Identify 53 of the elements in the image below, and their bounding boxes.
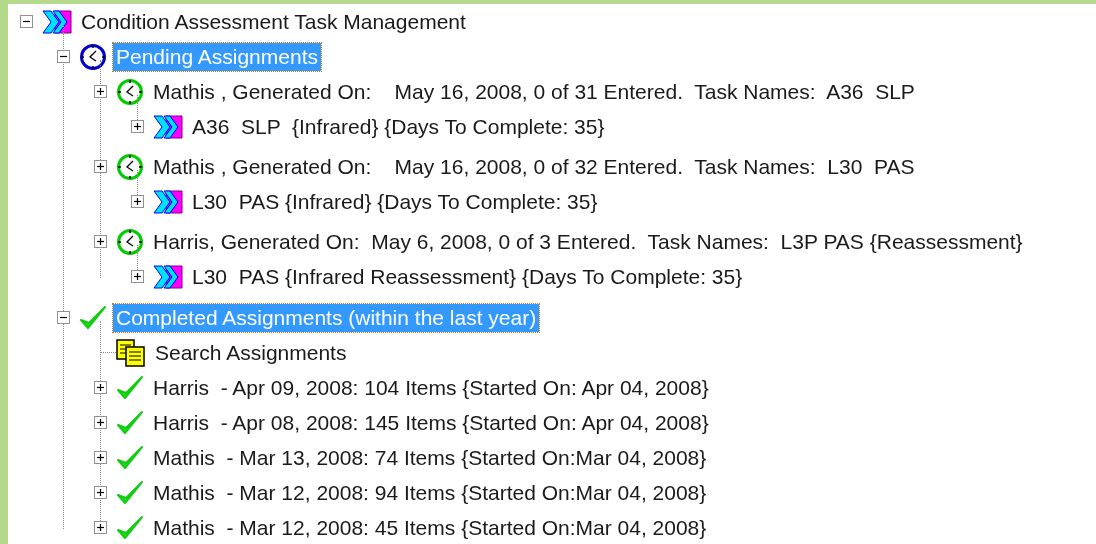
clock-icon <box>116 227 144 256</box>
check-icon <box>116 479 144 506</box>
plus-icon <box>133 122 142 131</box>
expander-button[interactable] <box>94 160 107 173</box>
expander-button[interactable] <box>131 195 144 208</box>
plus-icon <box>96 237 105 246</box>
plus-icon <box>96 418 105 427</box>
tree-item[interactable]: Mathis , Generated On: May 16, 2008, 0 of 32 Entered. Task Names: L30 PAS <box>150 152 918 181</box>
check-icon <box>116 374 144 401</box>
expander-button[interactable] <box>131 120 144 133</box>
tree-item[interactable]: Harris, Generated On: May 6, 2008, 0 of 3 Entered. Task Names: L3P PAS {Reassessment} <box>150 227 1026 256</box>
check-icon <box>116 514 144 541</box>
tree-item[interactable]: Mathis - Mar 12, 2008: 45 Items {Started On:Mar 04, 2008} <box>150 513 710 542</box>
tree-item[interactable]: L30 PAS {Infrared Reassessment} {Days To Complete: 35} <box>189 262 746 291</box>
tree-item[interactable]: L30 PAS {Infrared} {Days To Complete: 35} <box>189 187 601 216</box>
expander-button[interactable] <box>94 381 107 394</box>
expander-button[interactable] <box>94 416 107 429</box>
chevron-icon <box>153 263 183 290</box>
expander-button[interactable] <box>94 235 107 248</box>
clock-icon <box>79 42 107 71</box>
check-icon <box>116 409 144 436</box>
chevron-icon <box>42 8 72 35</box>
clock-icon <box>116 152 144 181</box>
tree-item[interactable]: Search Assignments <box>152 338 350 367</box>
plus-icon <box>96 383 105 392</box>
plus-icon <box>133 197 142 206</box>
plus-icon <box>96 87 105 96</box>
plus-icon <box>96 488 105 497</box>
check-icon <box>116 444 144 471</box>
clock-icon <box>116 77 144 106</box>
chevron-icon <box>153 188 183 215</box>
check-icon <box>79 304 107 331</box>
plus-icon <box>96 523 105 532</box>
expander-button[interactable] <box>94 521 107 534</box>
expander-button[interactable] <box>94 486 107 499</box>
tree-item[interactable]: Condition Assessment Task Management <box>78 7 469 36</box>
tree-item[interactable]: Harris - Apr 08, 2008: 145 Items {Started On: Apr 04, 2008} <box>150 408 712 437</box>
expander-button[interactable] <box>94 451 107 464</box>
expander-button[interactable] <box>57 311 70 324</box>
tree-item[interactable]: Mathis , Generated On: May 16, 2008, 0 of 31 Entered. Task Names: A36 SLP <box>150 77 918 106</box>
tree-item[interactable]: Mathis - Mar 12, 2008: 94 Items {Started On:Mar 04, 2008} <box>150 478 710 507</box>
expander-button[interactable] <box>20 15 33 28</box>
plus-icon <box>133 272 142 281</box>
plus-icon <box>96 162 105 171</box>
expander-button[interactable] <box>57 50 70 63</box>
chevron-icon <box>153 113 183 140</box>
documents-icon <box>116 338 146 367</box>
expander-button[interactable] <box>131 270 144 283</box>
tree-item[interactable]: A36 SLP {Infrared} {Days To Complete: 35} <box>189 112 608 141</box>
tree-item[interactable]: Mathis - Mar 13, 2008: 74 Items {Started On:Mar 04, 2008} <box>150 443 710 472</box>
expander-button[interactable] <box>94 85 107 98</box>
plus-icon <box>96 453 105 462</box>
tree-item[interactable]: Harris - Apr 09, 2008: 104 Items {Started On: Apr 04, 2008} <box>150 373 712 402</box>
